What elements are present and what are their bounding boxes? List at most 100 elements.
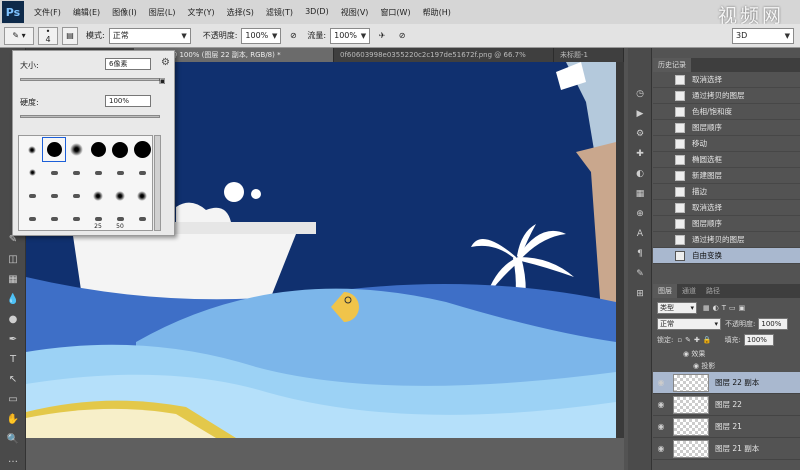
- history-state[interactable]: 通过拷贝的图层: [653, 232, 800, 248]
- brush-panel-toggle[interactable]: ▤: [62, 26, 78, 45]
- brush-tip[interactable]: [65, 161, 87, 184]
- brush-tip[interactable]: [21, 207, 43, 230]
- menu-item[interactable]: 3D(D): [299, 7, 335, 18]
- hardness-slider[interactable]: [20, 115, 160, 118]
- history-state[interactable]: 椭圆选框: [653, 152, 800, 168]
- tool-presets-icon[interactable]: ✎: [631, 266, 649, 282]
- pressure-opacity-button[interactable]: ⊘: [285, 27, 301, 45]
- menu-item[interactable]: 视图(V): [335, 7, 375, 18]
- brush-tip[interactable]: [87, 161, 109, 184]
- brush-tip[interactable]: [131, 138, 153, 161]
- mode-select[interactable]: 正常 ▼: [108, 27, 191, 44]
- history-state[interactable]: 图层顺序: [653, 120, 800, 136]
- brush-tip[interactable]: [65, 207, 87, 230]
- history-tab[interactable]: 历史记录: [653, 58, 691, 72]
- menu-item[interactable]: 文件(F): [28, 7, 67, 18]
- eye-icon[interactable]: ◉: [653, 400, 669, 409]
- actions-panel-icon[interactable]: ▶: [631, 106, 649, 122]
- hardness-input[interactable]: 100%: [105, 95, 151, 107]
- brush-tip[interactable]: [43, 161, 65, 184]
- brush-tip[interactable]: [43, 207, 65, 230]
- brush-tip[interactable]: 25: [87, 207, 109, 230]
- layer-kind-select[interactable]: 类型 ▾: [657, 302, 697, 314]
- brush-size-button[interactable]: • 4: [38, 26, 58, 45]
- gear-icon[interactable]: ⚙: [161, 57, 170, 68]
- history-state[interactable]: 图层顺序: [653, 216, 800, 232]
- history-state[interactable]: 通过拷贝的图层: [653, 88, 800, 104]
- eye-icon[interactable]: ◉: [653, 444, 669, 453]
- eye-icon[interactable]: ◉: [653, 422, 669, 431]
- brush-tip[interactable]: [87, 184, 109, 207]
- pen-tool-icon[interactable]: ✒: [3, 330, 23, 348]
- menu-item[interactable]: 图像(I): [106, 7, 143, 18]
- canvas-vertical-scrollbar[interactable]: [616, 62, 624, 438]
- brush-tip[interactable]: [43, 184, 65, 207]
- brush-tip[interactable]: [109, 161, 131, 184]
- history-state[interactable]: 取消选择: [653, 200, 800, 216]
- type-tool-icon[interactable]: T: [3, 350, 23, 368]
- eraser-tool-icon[interactable]: ◫: [3, 250, 23, 268]
- navigator-panel-icon[interactable]: ✚: [631, 146, 649, 162]
- menu-item[interactable]: 滤镜(T): [260, 7, 299, 18]
- size-slider[interactable]: [20, 78, 160, 81]
- opacity-input[interactable]: 100% ▼: [241, 27, 282, 44]
- brush-tip[interactable]: [21, 138, 43, 161]
- eye-icon[interactable]: ◉: [653, 378, 669, 387]
- brush-tip[interactable]: [21, 161, 43, 184]
- history-state[interactable]: 色相/饱和度: [653, 104, 800, 120]
- blur-tool-icon[interactable]: 💧: [3, 290, 23, 308]
- path-select-tool-icon[interactable]: ↖: [3, 370, 23, 388]
- gradient-tool-icon[interactable]: ▦: [3, 270, 23, 288]
- layer-row[interactable]: ◉ 图层 21 副本: [653, 438, 800, 460]
- rectangle-tool-icon[interactable]: ▭: [3, 390, 23, 408]
- brush-grid-scrollbar[interactable]: [154, 135, 161, 231]
- layer-row[interactable]: ◉ 图层 22 副本: [653, 372, 800, 394]
- menu-item[interactable]: 帮助(H): [417, 7, 457, 18]
- fill-input[interactable]: 100%: [743, 334, 774, 346]
- brush-tip[interactable]: [65, 138, 87, 161]
- brush-panel-icon[interactable]: ⊕: [631, 206, 649, 222]
- brush-tip[interactable]: [87, 138, 109, 161]
- brush-tip[interactable]: [109, 138, 131, 161]
- drop-shadow-row[interactable]: ◉ 投影: [653, 360, 800, 372]
- brush-tip[interactable]: [42, 137, 66, 162]
- size-input[interactable]: 6像素: [105, 58, 151, 70]
- workspace-select[interactable]: 3D ▼: [732, 27, 794, 44]
- zoom-tool-icon[interactable]: 🔍: [3, 430, 23, 448]
- menu-item[interactable]: 窗口(W): [374, 7, 416, 18]
- menu-item[interactable]: 编辑(E): [67, 7, 106, 18]
- brush-tip[interactable]: 50: [109, 207, 131, 230]
- paragraph-panel-icon[interactable]: ¶: [631, 246, 649, 262]
- document-tab[interactable]: 未标题-1: [554, 48, 624, 62]
- history-state[interactable]: 描边: [653, 184, 800, 200]
- brush-tip[interactable]: [131, 184, 153, 207]
- brush-tip[interactable]: [21, 184, 43, 207]
- blend-mode-select[interactable]: 正常 ▾: [657, 318, 721, 330]
- edit-toolbar-icon[interactable]: …: [3, 450, 23, 468]
- document-tab[interactable]: 0f60603998e0355220c2c197de51672f.png @ 6…: [334, 48, 554, 62]
- clone-source-icon[interactable]: ⊞: [631, 286, 649, 302]
- styles-panel-icon[interactable]: ◐: [631, 166, 649, 182]
- brush-tip[interactable]: [109, 184, 131, 207]
- layer-row[interactable]: ◉ 图层 22: [653, 394, 800, 416]
- layers-tab[interactable]: 图层: [653, 284, 677, 298]
- history-state[interactable]: 新建图层: [653, 168, 800, 184]
- menu-item[interactable]: 文字(Y): [181, 7, 220, 18]
- layers-tab[interactable]: 通道: [677, 284, 701, 298]
- filter-icons[interactable]: ▦◐T▭▣: [703, 304, 748, 312]
- brush-tip[interactable]: [131, 161, 153, 184]
- brush-tool-preset-button[interactable]: ✎ ▾: [4, 26, 34, 45]
- layer-row[interactable]: ◉ 图层 21: [653, 416, 800, 438]
- swatches-panel-icon[interactable]: ▦: [631, 186, 649, 202]
- layers-tab[interactable]: 路径: [701, 284, 725, 298]
- history-state[interactable]: 移动: [653, 136, 800, 152]
- character-panel-icon[interactable]: A: [631, 226, 649, 242]
- flow-input[interactable]: 100% ▼: [330, 27, 371, 44]
- history-state[interactable]: 自由变换: [653, 248, 800, 264]
- layer-opacity-input[interactable]: 100%: [758, 318, 789, 330]
- effects-row[interactable]: ◉ 效果: [653, 348, 800, 360]
- airbrush-button[interactable]: ✈: [374, 27, 390, 45]
- history-state[interactable]: 取消选择: [653, 72, 800, 88]
- menu-item[interactable]: 图层(L): [143, 7, 182, 18]
- pressure-size-button[interactable]: ⊘: [394, 27, 410, 45]
